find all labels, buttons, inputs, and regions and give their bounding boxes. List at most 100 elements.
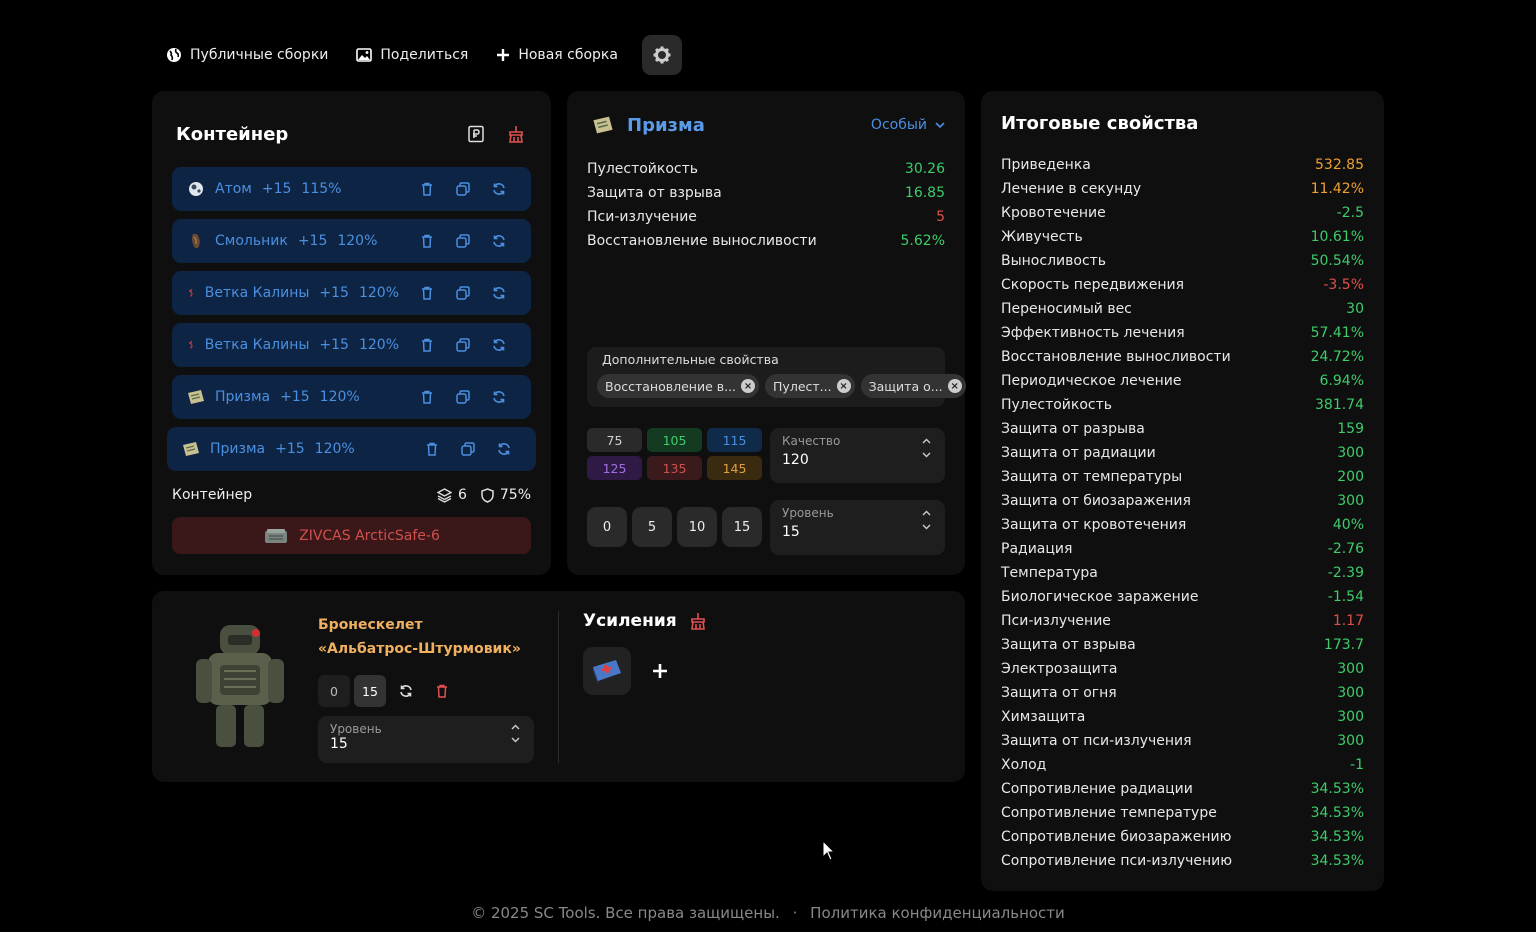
total-stat-label: Выносливость [1001, 253, 1107, 269]
delete-icon[interactable] [414, 442, 450, 456]
total-stat-row: Периодическое лечение 6.94% [1001, 369, 1364, 393]
refresh-icon[interactable] [481, 234, 517, 248]
chevron-down-icon[interactable] [922, 452, 931, 458]
level-preset-button[interactable]: 10 [677, 507, 717, 547]
delete-icon[interactable] [409, 338, 445, 352]
copy-icon[interactable] [445, 390, 481, 404]
total-stat-value: 173.7 [1323, 637, 1364, 653]
level-preset-button[interactable]: 15 [722, 507, 762, 547]
quality-preset-button[interactable]: 135 [647, 456, 702, 480]
chevron-up-icon[interactable] [922, 438, 931, 444]
stat-label: Пси-излучение [587, 209, 697, 225]
armor-level-value: 15 [330, 736, 348, 752]
property-chip[interactable]: Защита о... × [860, 374, 966, 398]
viburnum-artifact-icon [189, 288, 193, 297]
new-build-button[interactable]: Новая сборка [482, 35, 632, 75]
close-icon[interactable]: × [836, 379, 851, 393]
container-slot-selected[interactable]: Призма +15 120% [167, 427, 536, 471]
container-slot[interactable]: Ветка Калины +15 120% [172, 271, 531, 315]
armor-level-stepper[interactable]: Уровень 15 [318, 716, 534, 763]
container-slot[interactable]: Атом +15 115% [172, 167, 531, 211]
clear-container-button[interactable] [501, 119, 531, 149]
refresh-icon[interactable] [481, 286, 517, 300]
total-stat-label: Переносимый вес [1001, 301, 1132, 317]
total-stat-row: Приведенка 532.85 [1001, 153, 1364, 177]
share-button[interactable]: Поделиться [342, 35, 482, 75]
broom-icon[interactable] [689, 612, 707, 630]
quality-preset-button[interactable]: 145 [707, 456, 762, 480]
delete-icon[interactable] [409, 390, 445, 404]
property-chip[interactable]: Восстановление в... × [597, 374, 760, 398]
delete-icon[interactable] [422, 675, 462, 707]
rarity-value: Особый [870, 117, 927, 133]
total-stat-label: Скорость передвижения [1001, 277, 1184, 293]
chip-label: Пулест... [773, 378, 832, 394]
delete-icon[interactable] [409, 234, 445, 248]
container-slot[interactable]: Ветка Калины +15 120% [172, 323, 531, 367]
refresh-icon[interactable] [481, 338, 517, 352]
public-builds-button[interactable]: Публичные сборки [152, 35, 342, 75]
boost-slot[interactable] [583, 647, 631, 695]
chip-label: Защита о... [868, 378, 943, 394]
refresh-icon[interactable] [481, 390, 517, 404]
slot-name: Ветка Калины [204, 285, 310, 301]
copy-icon[interactable] [445, 338, 481, 352]
copy-icon[interactable] [445, 286, 481, 300]
total-stat-value: 10.61% [1310, 229, 1364, 245]
copy-icon[interactable] [445, 234, 481, 248]
public-builds-label: Публичные сборки [190, 47, 329, 63]
total-stat-row: Биологическое заражение -1.54 [1001, 585, 1364, 609]
quality-preset-button[interactable]: 125 [587, 456, 642, 480]
level-label: Уровень [782, 506, 834, 520]
slot-label: Атом +15 115% [215, 181, 409, 197]
extra-properties: Дополнительные свойства Восстановление в… [587, 347, 966, 407]
totals-stats: Приведенка 532.85 Лечение в секунду 11.42% К… [1001, 153, 1364, 873]
refresh-icon[interactable] [481, 182, 517, 196]
delete-icon[interactable] [409, 182, 445, 196]
property-chip[interactable]: Пулест... × [765, 374, 855, 398]
chevron-up-icon[interactable] [922, 510, 931, 516]
container-item-button[interactable]: ZIVCAS ArcticSafe-6 [172, 517, 531, 554]
stat-row: Пси-излучение 5 [587, 205, 945, 229]
container-slot[interactable]: Призма +15 120% [172, 375, 531, 419]
close-icon[interactable]: × [947, 379, 962, 393]
copy-icon[interactable] [450, 442, 486, 456]
total-stat-label: Приведенка [1001, 157, 1091, 173]
chevron-up-icon[interactable] [511, 724, 520, 730]
chevron-down-icon[interactable] [922, 524, 931, 530]
total-stat-row: Электрозащита 300 [1001, 657, 1364, 681]
quality-preset-button[interactable]: 75 [587, 428, 642, 452]
chevron-down-icon[interactable] [511, 737, 520, 743]
quality-preset-button[interactable]: 105 [647, 428, 702, 452]
settings-button[interactable] [641, 35, 682, 75]
price-button[interactable] [461, 119, 491, 149]
container-header: Контейнер [176, 119, 531, 149]
total-stat-row: Защита от радиации 300 [1001, 441, 1364, 465]
slot-name: Призма [215, 389, 271, 405]
quality-label: Качество [782, 434, 841, 448]
level-preset-button[interactable]: 5 [632, 507, 672, 547]
armor-level-button-selected[interactable]: 15 [354, 675, 386, 707]
armor-level-button[interactable]: 0 [318, 675, 350, 707]
delete-icon[interactable] [409, 286, 445, 300]
refresh-icon[interactable] [390, 675, 422, 707]
copy-icon[interactable] [445, 182, 481, 196]
level-preset-button[interactable]: 0 [587, 507, 627, 547]
total-stat-label: Защита от взрыва [1001, 637, 1136, 653]
close-icon[interactable]: × [741, 379, 756, 393]
add-boost-button[interactable] [646, 657, 674, 685]
container-slot[interactable]: Смольник +15 120% [172, 219, 531, 263]
level-stepper[interactable]: Уровень 15 [770, 500, 945, 555]
rarity-select[interactable]: Особый [871, 117, 945, 133]
quality-stepper[interactable]: Качество 120 [770, 428, 945, 483]
armor-name[interactable]: Бронескелет «Альбатрос-Штурмовик» [318, 613, 521, 661]
container-case-icon [265, 528, 288, 543]
privacy-link[interactable]: Политика конфиденциальности [810, 904, 1065, 922]
quality-preset-button[interactable]: 115 [707, 428, 762, 452]
total-stat-value: 34.53% [1310, 853, 1364, 869]
armor-name-line1: Бронескелет [318, 617, 423, 633]
total-stat-label: Защита от биозаражения [1001, 493, 1191, 509]
total-stat-row: Защита от биозаражения 300 [1001, 489, 1364, 513]
quality-value: 120 [782, 452, 809, 468]
refresh-icon[interactable] [486, 442, 522, 456]
